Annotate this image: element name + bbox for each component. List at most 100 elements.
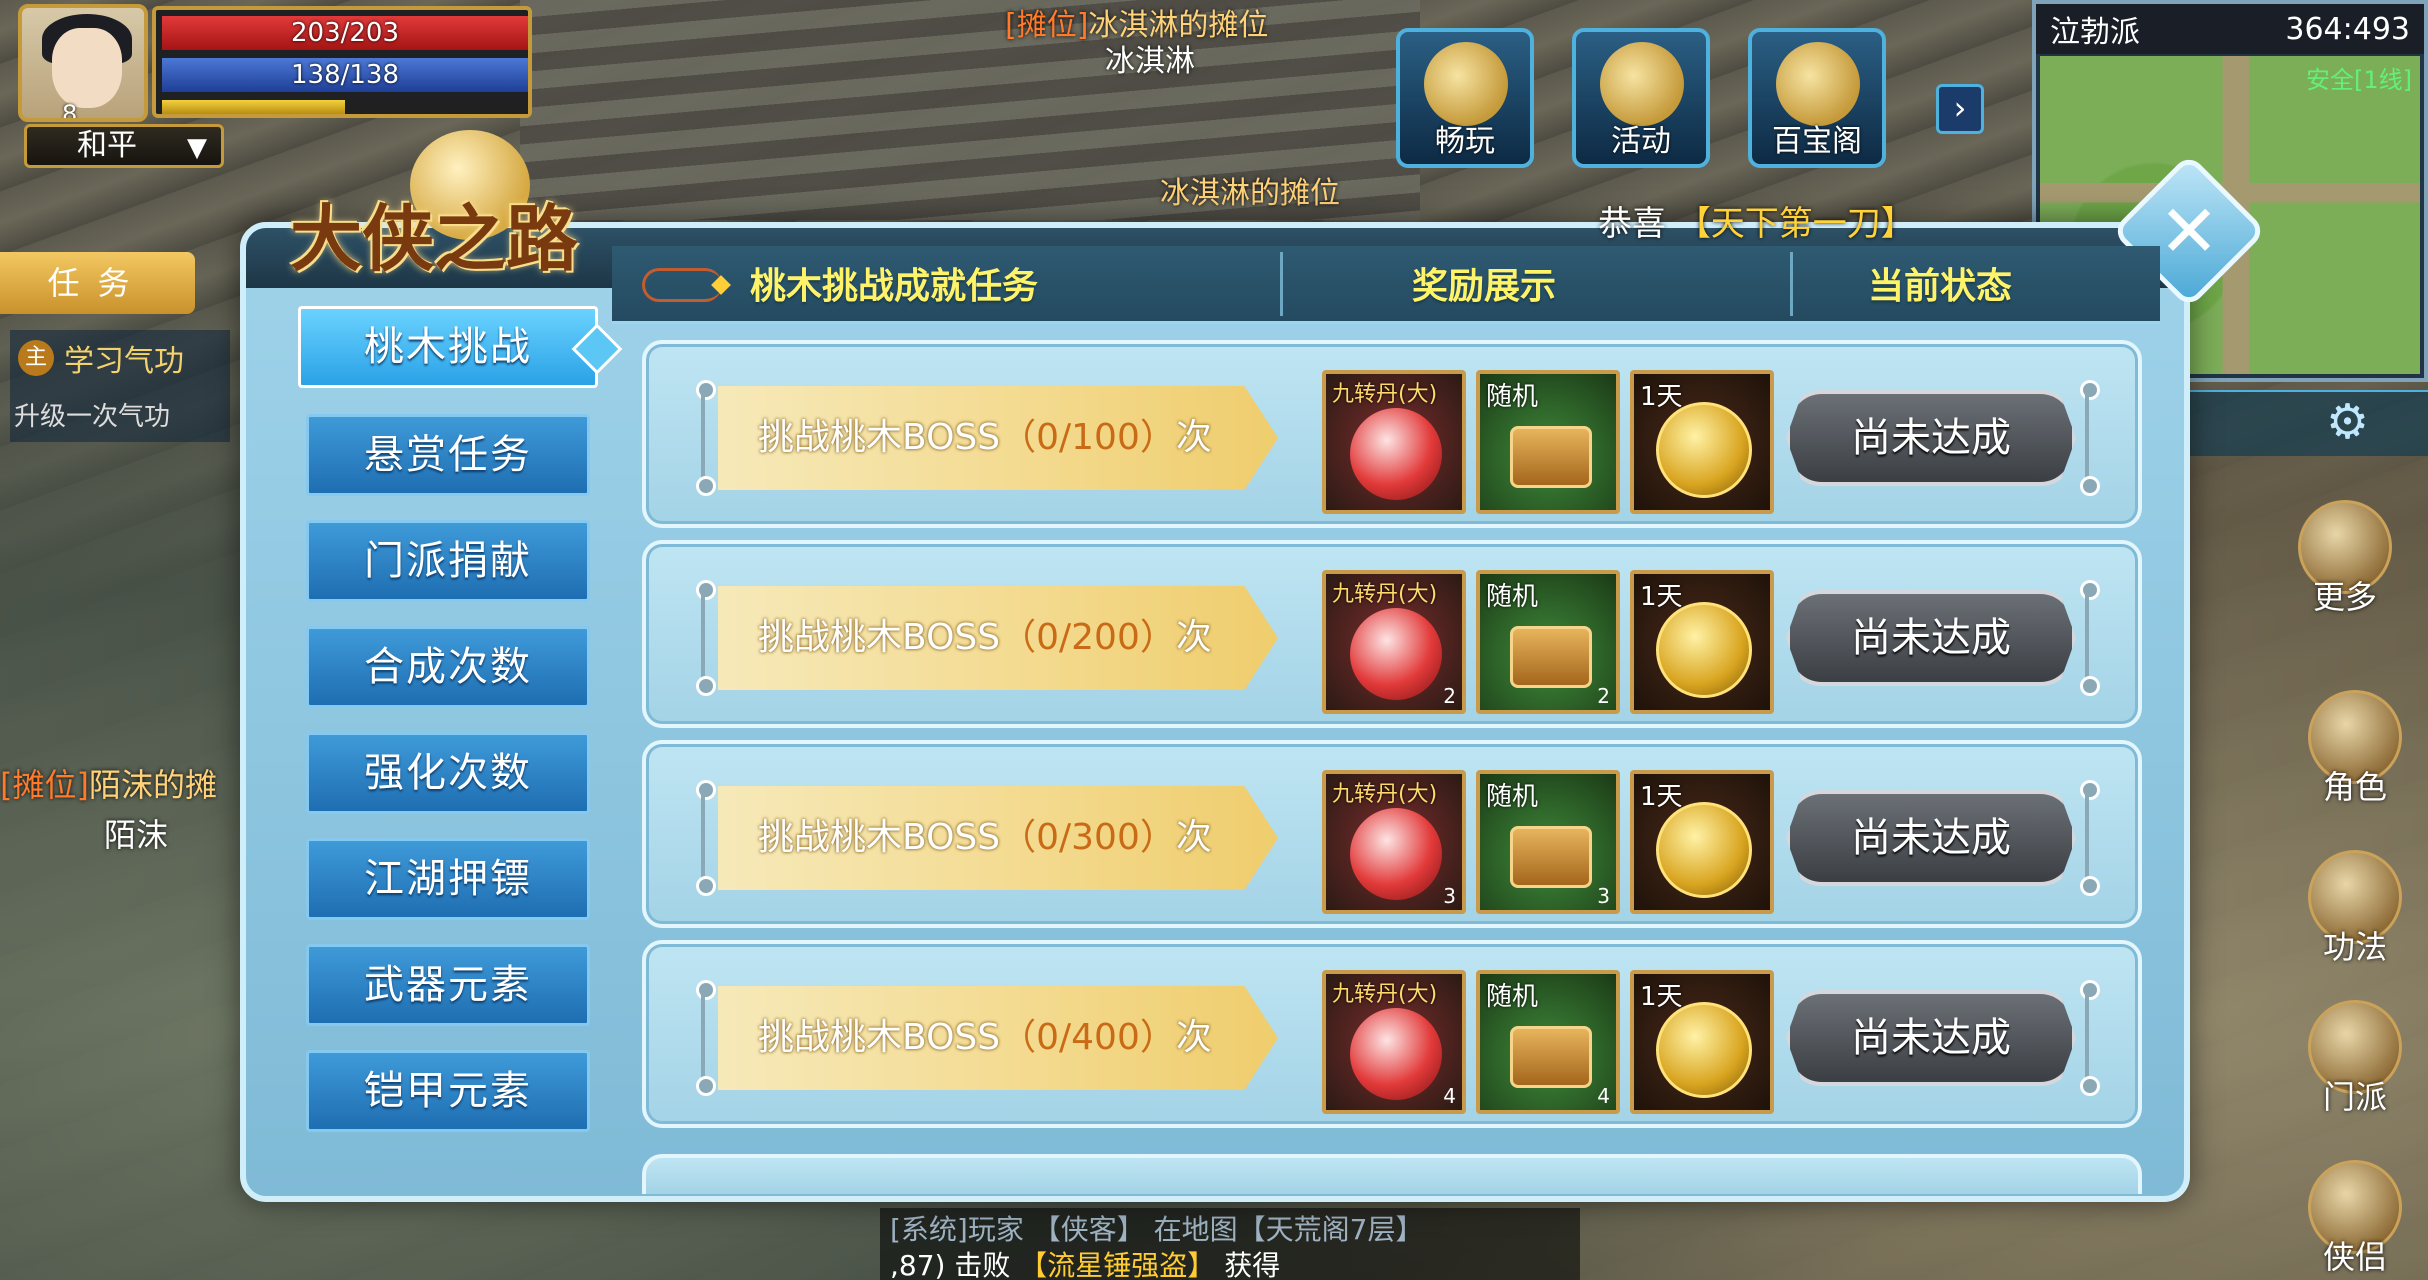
tab-synthesis[interactable]: 合成次数 — [306, 626, 590, 708]
side-icon-label: 门派 — [2322, 1078, 2387, 1116]
map-coords: 364:493 — [2285, 11, 2410, 47]
status-button[interactable]: 尚未达成 — [1786, 590, 2076, 686]
reward-pill[interactable]: 九转丹(大) 2 — [1322, 570, 1466, 714]
achievement-row-partial — [642, 1154, 2142, 1194]
row-pin — [692, 980, 716, 1096]
task-text: 挑战桃木BOSS（0/400）次 — [758, 986, 1212, 1090]
reward-label: 1天 — [1640, 982, 1683, 1012]
side-icon-label: 侠侣 — [2322, 1238, 2387, 1276]
reward-count: 2 — [1597, 684, 1610, 708]
chest-icon — [1510, 826, 1592, 888]
reward-label: 随机 — [1486, 982, 1539, 1012]
reward-title-token[interactable]: 1天 — [1630, 370, 1774, 514]
task-unit: 次 — [1175, 417, 1212, 458]
top-menu-shop-button[interactable]: 百宝阁 — [1748, 28, 1886, 168]
reward-random-chest[interactable]: 随机 2 — [1476, 570, 1620, 714]
reward-title-token[interactable]: 1天 — [1630, 570, 1774, 714]
reward-label: 1天 — [1640, 782, 1683, 812]
sect-button[interactable]: 门派 — [2300, 1000, 2410, 1116]
achievement-row: 挑战桃木BOSS（0/200）次 九转丹(大) 2 随机 2 1天 尚未达成 — [642, 540, 2142, 728]
tab-bounty[interactable]: 悬赏任务 — [306, 414, 590, 496]
status-button[interactable]: 尚未达成 — [1786, 990, 2076, 1086]
more-button[interactable]: 更多 — [2290, 500, 2400, 616]
achievement-row: 挑战桃木BOSS（0/300）次 九转丹(大) 3 随机 3 1天 尚未达成 — [642, 740, 2142, 928]
minimap-toolbar — [2190, 390, 2428, 456]
reward-title-token[interactable]: 1天 — [1630, 770, 1774, 914]
tab-armor-element[interactable]: 铠甲元素 — [306, 1050, 590, 1132]
task-text: 挑战桃木BOSS（0/200）次 — [758, 586, 1212, 690]
task-unit: 次 — [1175, 817, 1212, 858]
pk-mode-dropdown[interactable]: 和平 ▼ — [24, 124, 224, 168]
event-icon — [1600, 42, 1684, 126]
chat-line: ,87) 击败 【流星锤强盗】 获得 — [890, 1244, 1280, 1280]
tab-peach-challenge[interactable]: 桃木挑战 — [298, 306, 598, 388]
pk-mode-label: 和平 — [77, 128, 137, 163]
pill-icon — [1350, 408, 1442, 500]
reward-random-chest[interactable]: 随机 — [1476, 370, 1620, 514]
pill-icon — [1350, 808, 1442, 900]
stall-name-left[interactable]: [摊位]陌沫的摊 — [0, 760, 217, 806]
reward-pill[interactable]: 九转丹(大) 4 — [1322, 970, 1466, 1114]
coin-icon — [1656, 802, 1752, 898]
vendor-name-top: 冰淇淋 — [1105, 44, 1195, 79]
status-button[interactable]: 尚未达成 — [1786, 790, 2076, 886]
quest-tracker-item[interactable]: 主 学习气功 升级一次气功 — [10, 330, 230, 442]
reward-count: 4 — [1443, 1084, 1456, 1108]
congrats-title: 【天下第一刀】 — [1676, 204, 1915, 244]
scroll-icon — [1424, 42, 1508, 126]
stall-owner: 陌沫的摊 — [88, 766, 217, 804]
row-pin — [2076, 780, 2100, 896]
player-bars: 203/203 138/138 — [152, 6, 532, 118]
partner-button[interactable]: 侠侣 — [2300, 1160, 2410, 1276]
tab-weapon-element[interactable]: 武器元素 — [306, 944, 590, 1026]
task-name: 挑战桃木BOSS — [758, 417, 1001, 458]
chest-icon — [1510, 426, 1592, 488]
chat-line: [系统]玩家 【侠客】 在地图【天荒阁7层】 — [890, 1213, 1424, 1246]
achievement-row: 挑战桃木BOSS（0/100）次 九转丹(大) 随机 1天 尚未达成 — [642, 340, 2142, 528]
gear-icon[interactable]: ⚙ — [2326, 394, 2369, 450]
dialog-title: 大侠之路 — [290, 196, 579, 281]
player-avatar[interactable]: 8 — [18, 4, 148, 122]
side-icon-label: 角色 — [2322, 768, 2387, 806]
task-text: 挑战桃木BOSS（0/100）次 — [758, 386, 1212, 490]
character-button[interactable]: 角色 — [2300, 690, 2410, 806]
header-rewards: 奖励展示 — [1412, 266, 1557, 307]
stall-name-obscured: 冰淇淋的摊位 — [1160, 176, 1340, 211]
top-menu-event-button[interactable]: 活动 — [1572, 28, 1710, 168]
reward-pill[interactable]: 九转丹(大) 3 — [1322, 770, 1466, 914]
header-status: 当前状态 — [1868, 266, 2013, 307]
reward-label: 九转丹(大) — [1332, 382, 1438, 407]
chat-highlight: 【流星锤强盗】 — [1019, 1249, 1216, 1280]
task-progress: （0/100） — [1000, 417, 1176, 458]
row-pin — [692, 780, 716, 896]
reward-pill[interactable]: 九转丹(大) — [1322, 370, 1466, 514]
reward-label: 随机 — [1486, 782, 1539, 812]
tab-enhance[interactable]: 强化次数 — [306, 732, 590, 814]
tab-escort[interactable]: 江湖押镖 — [306, 838, 590, 920]
stall-tag: [摊位] — [1005, 8, 1089, 43]
xp-bar — [162, 100, 528, 114]
tab-sect-donation[interactable]: 门派捐献 — [306, 520, 590, 602]
coin-icon — [1656, 602, 1752, 698]
task-text: 挑战桃木BOSS（0/300）次 — [758, 786, 1212, 890]
reward-count: 4 — [1597, 1084, 1610, 1108]
reward-random-chest[interactable]: 随机 4 — [1476, 970, 1620, 1114]
vendor-name-left: 陌沫 — [104, 816, 169, 854]
top-menu-play-button[interactable]: 畅玩 — [1396, 28, 1534, 168]
header-task: 桃木挑战成就任务 — [750, 266, 1039, 307]
chest-icon — [1510, 1026, 1592, 1088]
reward-random-chest[interactable]: 随机 3 — [1476, 770, 1620, 914]
task-unit: 次 — [1175, 617, 1212, 658]
quest-tab[interactable]: 任务 — [0, 252, 195, 314]
top-menu-label: 畅玩 — [1435, 124, 1495, 159]
skills-button[interactable]: 功法 — [2300, 850, 2410, 966]
chest-icon — [1510, 626, 1592, 688]
side-icon-label: 更多 — [2312, 578, 2377, 616]
chevron-down-icon: ▼ — [187, 133, 207, 163]
safety-status: 安全[1线] — [2306, 66, 2412, 94]
chevron-right-icon[interactable]: › — [1936, 84, 1984, 134]
reward-title-token[interactable]: 1天 — [1630, 970, 1774, 1114]
chat-box[interactable]: [系统]玩家 【侠客】 在地图【天荒阁7层】 ,87) 击败 【流星锤强盗】 获… — [880, 1208, 1580, 1280]
dialog-title-badge: 大侠之路 — [290, 130, 610, 290]
status-button[interactable]: 尚未达成 — [1786, 390, 2076, 486]
